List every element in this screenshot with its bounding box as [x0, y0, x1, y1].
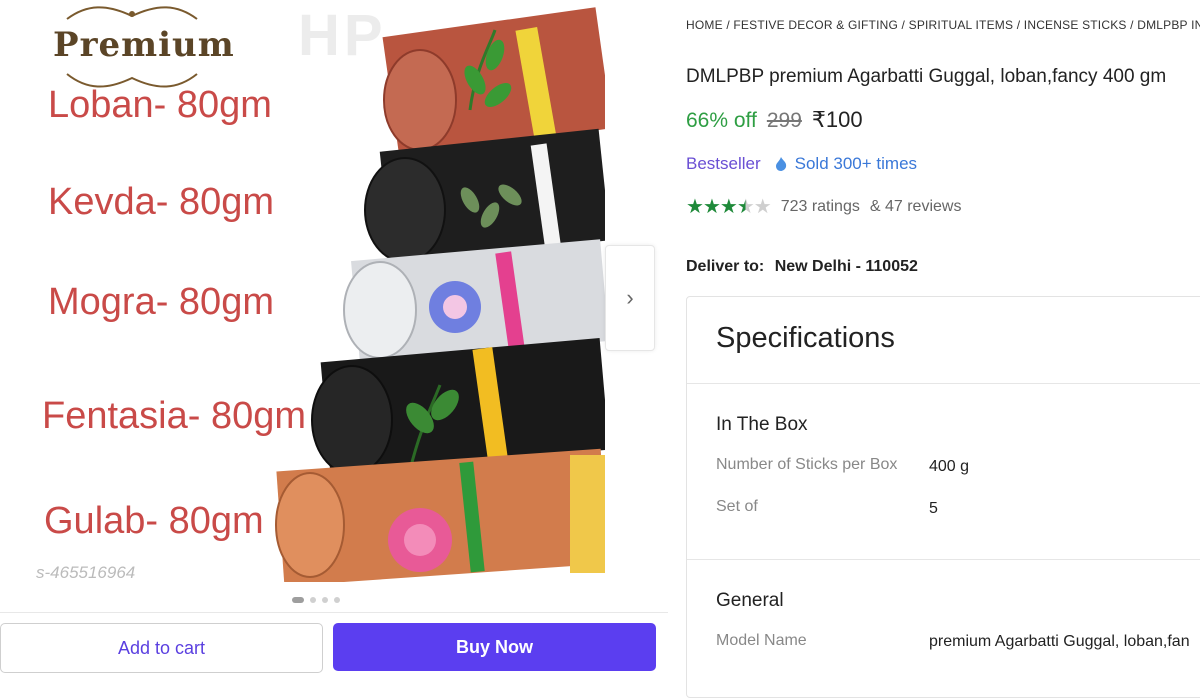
star-rating: ★★★★★: [686, 194, 772, 219]
sku-text: s-465516964: [36, 563, 136, 582]
fragrance-label: Mogra- 80gm: [48, 281, 274, 323]
next-image-button[interactable]: ›: [605, 245, 655, 351]
star-icon: ★: [702, 196, 721, 218]
breadcrumb[interactable]: HOME / FESTIVE DECOR & GIFTING / SPIRITU…: [686, 18, 1200, 32]
current-price: ₹100: [811, 107, 863, 132]
product-gallery: Premium HP Loban- 80gm Kevda- 80gm Mogra…: [0, 0, 670, 612]
ornament-top: [66, 6, 198, 20]
product-image[interactable]: Premium HP Loban- 80gm Kevda- 80gm Mogra…: [0, 0, 605, 582]
fragrance-label: Loban- 80gm: [48, 84, 272, 126]
divider: [687, 383, 1200, 384]
fragrance-label: Fentasia- 80gm: [42, 395, 307, 437]
star-icon: ★: [719, 196, 738, 218]
chevron-right-icon: ›: [626, 285, 634, 310]
specifications-title: Specifications: [716, 322, 895, 354]
spec-value: premium Agarbatti Guggal, loban,fan: [929, 633, 1190, 650]
spec-value: 400 g: [929, 458, 970, 475]
star-icon: ★: [686, 196, 704, 218]
carousel-dot[interactable]: [310, 597, 316, 603]
deliver-label: Deliver to:: [686, 258, 765, 275]
spec-label: Model Name: [716, 632, 807, 649]
spec-label: Set of: [716, 498, 758, 515]
delivery-info[interactable]: Deliver to: New Delhi - 110052: [686, 258, 918, 276]
fire-icon: [775, 157, 786, 171]
carousel-dot[interactable]: [334, 597, 340, 603]
star-icon: ★: [753, 196, 772, 218]
carousel-dot-active[interactable]: [292, 597, 304, 603]
reviews-count: & 47 reviews: [869, 197, 962, 215]
carousel-dot[interactable]: [322, 597, 328, 603]
bestseller-badge: Bestseller: [686, 154, 761, 173]
general-heading: General: [716, 590, 784, 611]
spec-value: 5: [929, 500, 938, 517]
rating-row[interactable]: ★★★★★ 723 ratings & 47 reviews: [686, 194, 961, 219]
original-price: 299: [766, 109, 802, 132]
price-row: 66% off 299 ₹100: [686, 107, 863, 133]
badges-row: Bestseller Sold 300+ times: [686, 154, 917, 174]
deliver-location: New Delhi - 110052: [774, 258, 918, 275]
bundle-orange: [275, 448, 605, 582]
sold-text: Sold 300+ times: [794, 154, 918, 173]
spec-label: Number of Sticks per Box: [716, 456, 898, 473]
add-to-cart-button[interactable]: Add to cart: [0, 623, 323, 673]
fragrance-label: Kevda- 80gm: [48, 181, 275, 223]
product-title: DMLPBP premium Agarbatti Guggal, loban,f…: [686, 66, 1167, 87]
incense-bundles-illustration: [275, 7, 605, 582]
buy-now-button[interactable]: Buy Now: [333, 623, 656, 671]
sold-badge: Sold 300+ times: [773, 154, 917, 174]
discount-text: 66% off: [686, 109, 757, 132]
fragrance-label: Gulab- 80gm: [44, 500, 264, 542]
divider: [687, 559, 1200, 560]
in-the-box-heading: In The Box: [716, 414, 808, 435]
brand-badge: Premium: [53, 25, 235, 65]
carousel-dots: [292, 597, 340, 603]
ratings-count: 723 ratings: [780, 197, 860, 215]
half-star-icon: ★: [736, 196, 755, 218]
